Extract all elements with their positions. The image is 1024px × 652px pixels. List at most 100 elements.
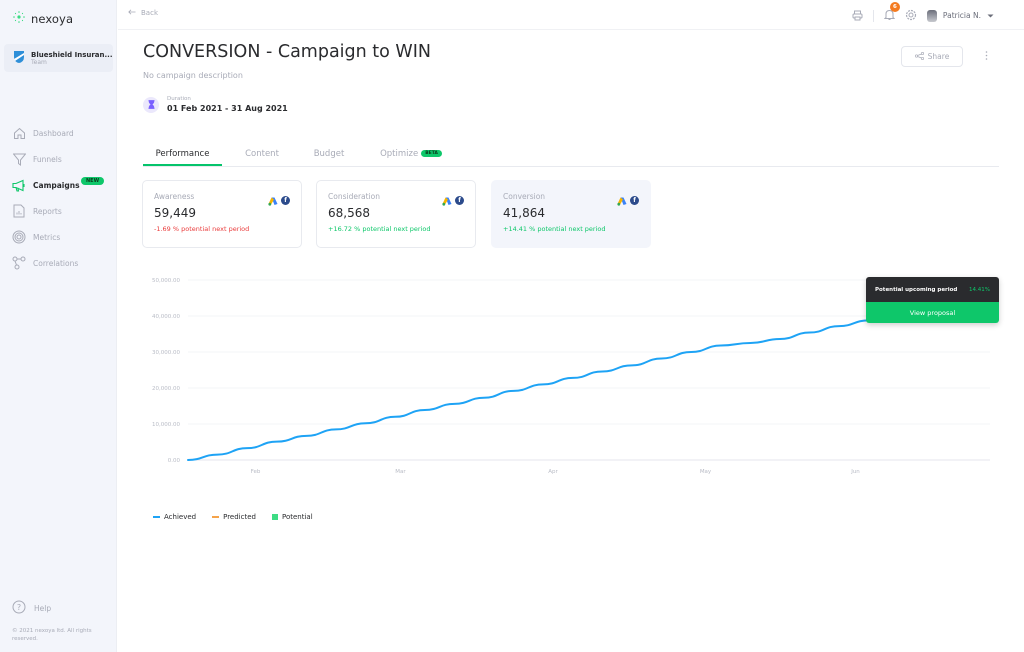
legend-item-potential[interactable]: Potential	[271, 513, 313, 521]
home-icon	[12, 126, 26, 140]
sidebar-item-correlations[interactable]: Correlations	[12, 250, 80, 276]
topbar-divider	[872, 9, 874, 22]
y-tick-label: 0.00	[168, 458, 181, 464]
topbar: Back 6 Patricia N.	[118, 0, 1024, 30]
sidebar-item-label: Funnels	[33, 154, 62, 164]
tab-budget[interactable]: Budget	[302, 145, 356, 166]
tab-optimize[interactable]: Optimize BETA	[356, 145, 466, 166]
notification-count-badge: 6	[889, 2, 900, 12]
more-options-button[interactable]	[985, 51, 988, 63]
campaign-description: No campaign description	[143, 71, 243, 80]
topbar-actions: 6 Patricia N.	[852, 2, 994, 25]
kpi-channel-icons: f	[268, 191, 290, 210]
share-icon	[914, 51, 924, 62]
potential-tooltip: Potential upcoming period 14.41% View pr…	[866, 277, 999, 323]
report-icon	[12, 204, 26, 218]
help-icon: ?	[12, 599, 26, 618]
sidebar-item-dashboard[interactable]: Dashboard	[12, 120, 80, 146]
google-ads-icon	[442, 191, 452, 210]
legend-item-achieved[interactable]: Achieved	[153, 513, 196, 521]
legend-label: Achieved	[164, 513, 197, 521]
logo-text: nexoya	[31, 11, 74, 26]
team-subtitle: Team	[31, 58, 47, 66]
legend-label: Potential	[281, 513, 313, 521]
chevron-down-icon	[987, 11, 994, 20]
arrow-left-icon	[128, 9, 136, 17]
team-shield-icon	[13, 49, 25, 68]
print-icon[interactable]	[852, 6, 863, 25]
user-name: Patricia N.	[942, 11, 981, 20]
y-tick-label: 40,000.00	[152, 314, 180, 320]
page-title: CONVERSION - Campaign to WIN	[143, 42, 431, 62]
y-tick-label: 50,000.00	[152, 278, 180, 284]
copyright: © 2021 nexoya ltd. All rights reserved.	[12, 628, 92, 642]
facebook-icon: f	[455, 196, 464, 205]
x-tick-label: Apr	[548, 469, 558, 475]
help-link[interactable]: ? Help	[12, 599, 51, 618]
view-proposal-button[interactable]: View proposal	[866, 302, 999, 323]
legend-swatch-achieved	[153, 516, 160, 518]
kpi-card-awareness[interactable]: Awareness 59,449 -1.69 % potential next …	[142, 180, 302, 248]
sidebar: nexoya Blueshield Insuran... Team Dashbo…	[0, 0, 117, 652]
kpi-channel-icons: f	[617, 191, 639, 210]
legend-item-predicted[interactable]: Predicted	[212, 513, 256, 521]
x-tick-label: Mar	[395, 469, 406, 475]
sidebar-item-funnels[interactable]: Funnels	[12, 146, 80, 172]
kpi-delta: +14.41 % potential next period	[503, 225, 606, 233]
target-icon	[12, 230, 26, 244]
legend-swatch-predicted	[212, 516, 220, 518]
chart-legend: Achieved Predicted Potential	[153, 513, 313, 521]
x-tick-label: Jun	[850, 469, 860, 475]
help-label: Help	[34, 604, 52, 613]
kpi-channel-icons: f	[442, 191, 464, 210]
kpi-card-consideration[interactable]: Consideration 68,568 +16.72 % potential …	[316, 180, 476, 248]
back-button[interactable]: Back	[128, 9, 158, 17]
beta-badge: BETA	[421, 150, 442, 157]
legend-swatch-potential	[271, 514, 278, 520]
y-tick-label: 30,000.00	[152, 350, 180, 356]
sidebar-item-metrics[interactable]: Metrics	[12, 224, 80, 250]
logo[interactable]: nexoya	[12, 9, 73, 28]
gear-icon[interactable]	[905, 6, 917, 25]
sidebar-item-label: Reports	[33, 206, 62, 216]
series-line-achieved	[187, 308, 929, 461]
sidebar-item-label: Correlations	[33, 258, 79, 268]
funnel-icon	[12, 152, 26, 166]
notifications-button[interactable]: 6	[883, 2, 900, 25]
y-tick-label: 20,000.00	[152, 386, 180, 392]
share-label: Share	[927, 52, 950, 61]
kpi-card-conversion[interactable]: Conversion 41,864 +14.41 % potential nex…	[491, 180, 651, 248]
tab-optimize-label: Optimize	[380, 149, 419, 159]
kpi-delta: +16.72 % potential next period	[328, 225, 431, 233]
team-switcher[interactable]: Blueshield Insuran... Team	[4, 44, 113, 72]
campaign-tabs: Performance Content Budget Optimize BETA	[143, 145, 999, 167]
google-ads-icon	[268, 191, 278, 210]
facebook-icon: f	[281, 196, 290, 205]
back-label: Back	[141, 9, 158, 17]
new-badge: NEW	[81, 177, 105, 185]
tooltip-value: 14.41%	[969, 286, 990, 293]
share-button[interactable]: Share	[901, 46, 963, 67]
tab-content[interactable]: Content	[222, 145, 302, 166]
google-ads-icon	[617, 191, 627, 210]
tooltip-label: Potential upcoming period	[875, 286, 958, 293]
tooltip-header: Potential upcoming period 14.41%	[866, 277, 999, 302]
kpi-delta: -1.69 % potential next period	[154, 225, 250, 233]
sidebar-item-label: Metrics	[33, 232, 61, 242]
megaphone-icon	[12, 178, 26, 192]
sidebar-item-reports[interactable]: Reports	[12, 198, 80, 224]
sidebar-item-label: Campaigns	[33, 180, 80, 190]
team-name: Blueshield Insuran...	[31, 50, 113, 59]
user-menu[interactable]: Patricia N.	[926, 9, 994, 22]
correlation-icon	[12, 256, 26, 270]
duration-value: 01 Feb 2021 - 31 Aug 2021	[167, 104, 288, 113]
tab-performance[interactable]: Performance	[143, 145, 222, 166]
svg-text:?: ?	[17, 603, 21, 612]
more-vertical-icon	[985, 51, 988, 63]
hourglass-icon	[143, 96, 159, 113]
x-tick-label: May	[700, 469, 712, 475]
sidebar-item-campaigns[interactable]: Campaigns NEW	[12, 172, 105, 198]
campaign-duration: Duration 01 Feb 2021 - 31 Aug 2021	[143, 96, 288, 113]
sidebar-nav: Dashboard Funnels Campaigns NEW Reports	[12, 120, 105, 276]
avatar	[926, 9, 937, 22]
